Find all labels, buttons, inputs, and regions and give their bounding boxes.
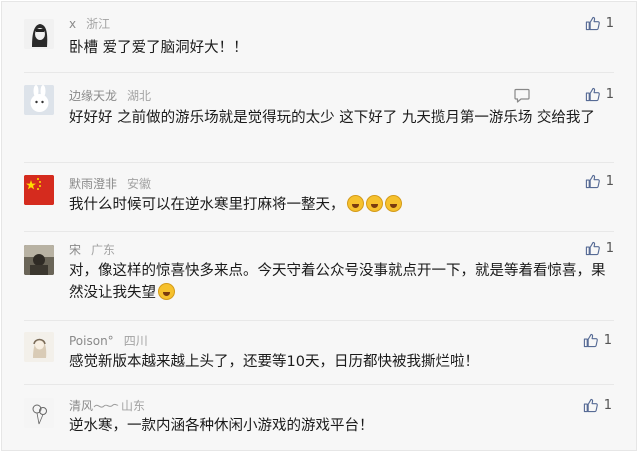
user-name[interactable]: x (69, 17, 76, 31)
comment-meta: 边缘天龙 湖北 (69, 88, 151, 104)
like-button[interactable]: 1 (585, 241, 614, 256)
hand-drawn-avatar[interactable] (24, 332, 54, 362)
user-name[interactable]: 默雨澄非 (69, 177, 117, 191)
red-flag-avatar[interactable] (24, 175, 54, 205)
comment-item: 边缘天龙 湖北 好好好 之前做的游乐场就是觉得玩的太少 这下好了 九天揽月第一游乐… (2, 72, 636, 158)
comment-text: 感觉新版本越来越上头了，还要等10天，日历都快被我撕烂啦！ (69, 354, 479, 370)
comment-item: 默雨澄非 安徽 我什么时候可以在逆水寒里打麻将一整天， 1 (2, 162, 636, 228)
sketch-balloon-avatar[interactable] (24, 398, 54, 428)
comment-text: 好好好 之前做的游乐场就是觉得玩的太少 这下好了 九天揽月第一游乐场 交给我了 (69, 110, 595, 126)
user-name[interactable]: 边缘天龙 (69, 89, 117, 103)
comment-meta: Poison° 四川 (69, 333, 148, 349)
comment-item: 宋广东 对，像这样的惊喜快多来点。今天守着公众号没事就点开一下，就是等着看惊喜，… (2, 231, 636, 321)
comment-meta: 宋广东 (69, 242, 115, 258)
thumbs-up-icon (583, 398, 598, 413)
like-count: 1 (605, 87, 614, 102)
comment-text-body: 我什么时候可以在逆水寒里打麻将一整天， (69, 197, 345, 213)
comment-text: 我什么时候可以在逆水寒里打麻将一整天， (69, 194, 617, 216)
signature-scribble (93, 399, 119, 415)
user-location: 广东 (91, 243, 116, 257)
grin-sweat-emoji-icon (365, 195, 383, 212)
white-rabbit-avatar[interactable] (24, 85, 54, 115)
comment-meta: x 浙江 (69, 16, 110, 32)
grin-sweat-emoji-icon (346, 195, 364, 212)
comment-text: 对，像这样的惊喜快多来点。今天守着公众号没事就点开一下，就是等着看惊喜，果然没让… (69, 260, 614, 304)
sketch-portrait-avatar[interactable] (24, 19, 54, 49)
comment-text-body: 对，像这样的惊喜快多来点。今天守着公众号没事就点开一下，就是等着看惊喜，果然没让… (69, 263, 606, 301)
thumbs-up-icon (585, 241, 600, 256)
user-name[interactable]: 清风 (69, 399, 93, 413)
thumbs-up-icon (583, 333, 598, 348)
grin-sweat-emoji-icon (384, 195, 402, 212)
like-count: 1 (605, 174, 614, 189)
comment-bubble-icon (514, 88, 530, 103)
like-count: 1 (605, 16, 614, 31)
like-button[interactable]: 1 (583, 333, 612, 348)
like-button[interactable]: 1 (585, 87, 614, 102)
thumbs-up-icon (585, 16, 600, 31)
user-location: 浙江 (86, 17, 111, 31)
like-button[interactable]: 1 (585, 16, 614, 31)
comment-meta: 默雨澄非 安徽 (69, 176, 151, 192)
comment-item: Poison° 四川 感觉新版本越来越上头了，还要等10天，日历都快被我撕烂啦！ (2, 320, 636, 386)
smile-emoji-icon (158, 283, 175, 300)
comment-item: x 浙江 卧槽 爱了爱了脑洞好大！！ 1 (2, 2, 636, 66)
user-location: 四川 (123, 334, 148, 348)
user-location: 安徽 (127, 177, 152, 191)
like-button[interactable]: 1 (585, 174, 614, 189)
reply-button[interactable] (514, 88, 530, 107)
comment-text: 逆水寒，一款内涵各种休闲小游戏的游戏平台！ (69, 418, 374, 434)
like-button[interactable]: 1 (583, 398, 612, 413)
thumbs-up-icon (585, 87, 600, 102)
user-name[interactable]: 宋 (69, 243, 81, 257)
comment-item: 清风 山东 逆水寒，一款内涵各种休闲小游戏的游戏平台！ (2, 384, 636, 450)
user-name[interactable]: Poison° (69, 334, 114, 348)
photo-avatar[interactable] (24, 245, 54, 275)
comment-meta: 清风 山东 (69, 398, 145, 415)
like-count: 1 (605, 241, 614, 256)
thumbs-up-icon (585, 174, 600, 189)
comment-list: x 浙江 卧槽 爱了爱了脑洞好大！！ 1 边缘天龙 湖北 好好好 之前做的游乐场就是… (1, 1, 637, 451)
comment-text: 卧槽 爱了爱了脑洞好大！！ (69, 40, 248, 56)
user-location: 湖北 (127, 89, 152, 103)
user-location: 山东 (121, 399, 146, 413)
like-count: 1 (603, 333, 612, 348)
like-count: 1 (603, 398, 612, 413)
